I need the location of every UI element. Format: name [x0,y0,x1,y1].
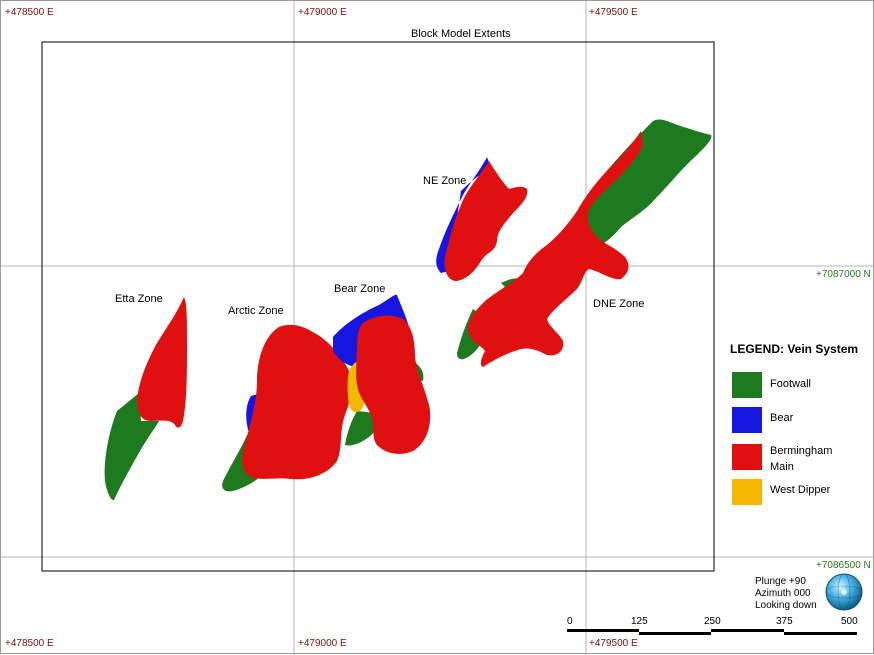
coord-right-7086500n: +7086500 N [816,560,871,571]
coord-bottom-478500e: +478500 E [5,638,54,649]
scale-seg-4 [784,632,857,635]
legend-swatch-footwall [732,372,762,398]
legend-swatch-bear [732,407,762,433]
scale-bar: 0 125 250 375 500 [567,616,858,635]
map-view[interactable]: Block Model Extents +478500 E +479000 E … [0,0,874,655]
dne-bermingham-vein [467,131,643,367]
scale-seg-3 [711,629,784,632]
legend-label-bermingham-line2: Main [770,461,794,473]
coord-bottom-479500e: +479500 E [589,638,638,649]
legend-label-footwall: Footwall [770,378,811,390]
coord-top-479000e: +479000 E [298,7,347,18]
etta-zone-label: Etta Zone [115,293,163,305]
etta-bermingham-vein [137,297,187,428]
coord-bottom-479000e: +479000 E [298,638,347,649]
orientation-globe-icon[interactable] [825,573,863,611]
legend-label-west-dipper: West Dipper [770,484,831,496]
view-orientation: Plunge +90 Azimuth 000 Looking down [755,576,817,611]
scale-label-0: 0 [567,616,573,627]
scale-seg-1 [567,629,639,632]
bear-zone-label: Bear Zone [334,283,385,295]
view-plunge: Plunge +90 [755,576,806,587]
legend-title: LEGEND: Vein System [730,342,858,356]
arctic-zone-label: Arctic Zone [228,305,284,317]
map-canvas: Block Model Extents +478500 E +479000 E … [1,1,874,655]
ne-zone-label: NE Zone [423,175,466,187]
arctic-zone-veins [222,324,352,492]
legend-label-bear: Bear [770,412,794,424]
scale-label-250: 250 [704,616,721,627]
legend-swatch-bermingham [732,444,762,470]
scale-seg-2 [639,632,711,635]
legend-swatch-west-dipper [732,479,762,505]
scale-label-500: 500 [841,616,858,627]
view-azimuth: Azimuth 000 [755,588,811,599]
grid [1,1,874,655]
dne-zone-label: DNE Zone [593,298,644,310]
view-looking: Looking down [755,600,817,611]
coord-top-479500e: +479500 E [589,7,638,18]
block-model-title: Block Model Extents [411,28,511,40]
scale-label-375: 375 [776,616,793,627]
legend: LEGEND: Vein System Footwall Bear Bermin… [730,342,858,505]
scale-label-125: 125 [631,616,648,627]
etta-zone-veins [104,297,187,501]
coord-top-478500e: +478500 E [5,7,54,18]
coord-right-7087000n: +7087000 N [816,269,871,280]
legend-label-bermingham-line1: Bermingham [770,445,832,457]
